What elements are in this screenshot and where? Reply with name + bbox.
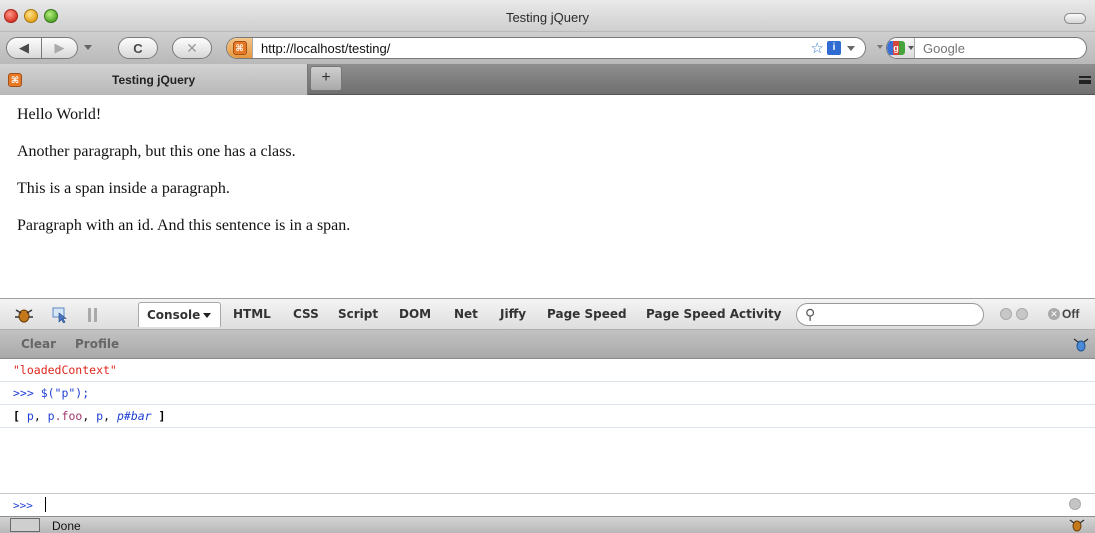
text-cursor (45, 497, 46, 512)
off-label[interactable]: Off (1062, 307, 1079, 321)
bookmark-star-icon[interactable]: ☆ (811, 39, 824, 57)
firebug-toolbar: Console HTML CSS Script DOM Net Jiffy Pa… (0, 298, 1095, 330)
search-bar[interactable]: g 🔍︎ (886, 37, 1087, 59)
site-favicon-icon: ⌘ (232, 41, 247, 55)
firebug-bug-icon[interactable] (14, 306, 34, 324)
search-dropdown-icon[interactable] (877, 45, 883, 49)
search-engine-selector[interactable]: g (887, 38, 915, 58)
result-open-bracket: [ (13, 409, 20, 423)
tab-list-icon[interactable] (1079, 76, 1091, 84)
history-dropdown-icon[interactable] (84, 45, 92, 50)
back-arrow-icon: ◀ (19, 40, 29, 55)
tab-console-label: Console (147, 308, 201, 322)
window-title: Testing jQuery (505, 10, 590, 25)
result-close-bracket: ] (158, 409, 166, 423)
reload-button[interactable]: C (118, 37, 158, 59)
tab-page-speed[interactable]: Page Speed (547, 307, 627, 321)
tab-favicon-icon: ⌘ (8, 72, 22, 87)
firebug-options-icon[interactable] (1072, 334, 1090, 354)
log-string: "loadedContext" (13, 363, 117, 377)
paragraph: Hello World! (17, 106, 102, 123)
new-tab-button[interactable]: + (310, 66, 342, 91)
tab-css[interactable]: CSS (293, 307, 319, 321)
tab-page-speed-activity[interactable]: Page Speed Activity (646, 307, 782, 321)
console-output: "loadedContext" >>> $("p"); [ p, p.foo, … (0, 359, 1095, 493)
pause-icon[interactable] (88, 308, 98, 322)
back-button[interactable]: ◀ (6, 37, 42, 59)
stop-button[interactable]: ✕ (172, 37, 212, 59)
console-subtoolbar: Clear Profile (0, 330, 1095, 359)
engine-dropdown-icon (908, 46, 914, 50)
firebug-status-icon[interactable] (1069, 517, 1085, 533)
paragraph-bar: Paragraph with an id. And this sentence … (17, 217, 351, 234)
page-content: Hello World! Another paragraph, but this… (17, 104, 350, 252)
console-command-line[interactable]: >>> (0, 493, 1095, 516)
status-text: Done (52, 519, 81, 533)
expand-command-line-icon[interactable] (1069, 498, 1081, 510)
command-prompt: >>> (13, 499, 33, 512)
forward-arrow-icon: ▶ (54, 40, 65, 55)
result-element-class[interactable]: .foo (55, 409, 83, 423)
search-input[interactable] (915, 40, 1086, 56)
console-log-row: "loadedContext" (0, 359, 1095, 382)
tab-html[interactable]: HTML (233, 307, 271, 321)
tab-net[interactable]: Net (454, 307, 478, 321)
off-icon[interactable]: ✕ (1048, 308, 1060, 320)
chevron-down-icon (203, 313, 212, 318)
page-info-icon[interactable]: i (827, 41, 841, 55)
url-dropdown-icon[interactable] (847, 45, 855, 51)
tab-jiffy[interactable]: Jiffy (500, 307, 526, 321)
status-bar: Done (0, 516, 1095, 533)
site-identity-button[interactable]: ⌘ (227, 38, 253, 58)
tab-console[interactable]: Console (138, 302, 222, 327)
console-command-row: >>> $("p"); (0, 382, 1095, 405)
firebug-search[interactable]: ⚲ (796, 303, 984, 326)
stop-icon: ✕ (186, 39, 198, 56)
clear-button[interactable]: Clear (21, 337, 56, 351)
tab-label: Testing jQuery (112, 72, 196, 87)
result-separator: , (82, 409, 97, 423)
address-bar[interactable]: ⌘ http://localhost/testing/ ☆ i (226, 37, 866, 59)
profile-button[interactable]: Profile (75, 337, 119, 351)
paragraph-foo: Another paragraph, but this one has a cl… (17, 143, 296, 160)
tab-script[interactable]: Script (338, 307, 378, 321)
result-separator: , (103, 409, 117, 423)
status-icon (10, 518, 40, 532)
google-logo-icon: g (887, 41, 905, 55)
firebug-search-input[interactable] (823, 306, 973, 323)
navigation-toolbar: ◀ ▶ C ✕ ⌘ http://localhost/testing/ ☆ i … (0, 32, 1095, 64)
result-separator: , (33, 409, 48, 423)
reload-icon: C (133, 40, 143, 56)
toolbar-toggle-button[interactable] (1064, 13, 1086, 24)
inspect-element-icon[interactable] (52, 307, 68, 323)
tab-strip: ⌘ Testing jQuery + (0, 64, 1095, 95)
next-icon[interactable] (1000, 308, 1012, 320)
result-element-link[interactable]: p (48, 409, 55, 423)
tab-testing-jquery[interactable]: ⌘ Testing jQuery (0, 64, 308, 95)
tab-dom[interactable]: DOM (399, 307, 431, 321)
url-text[interactable]: http://localhost/testing/ (253, 41, 811, 56)
previous-icon[interactable] (1016, 308, 1028, 320)
search-icon: ⚲ (805, 306, 816, 322)
result-element-link[interactable]: p (27, 409, 34, 423)
result-element-link[interactable]: p#bar (117, 409, 152, 423)
console-result-row: [ p, p.foo, p, p#bar ] (0, 405, 1095, 428)
command-echo: >>> $("p"); (13, 386, 90, 400)
paragraph-with-span: This is a span inside a paragraph. (17, 180, 230, 197)
window-titlebar: Testing jQuery (0, 0, 1095, 32)
forward-button[interactable]: ▶ (42, 37, 78, 59)
